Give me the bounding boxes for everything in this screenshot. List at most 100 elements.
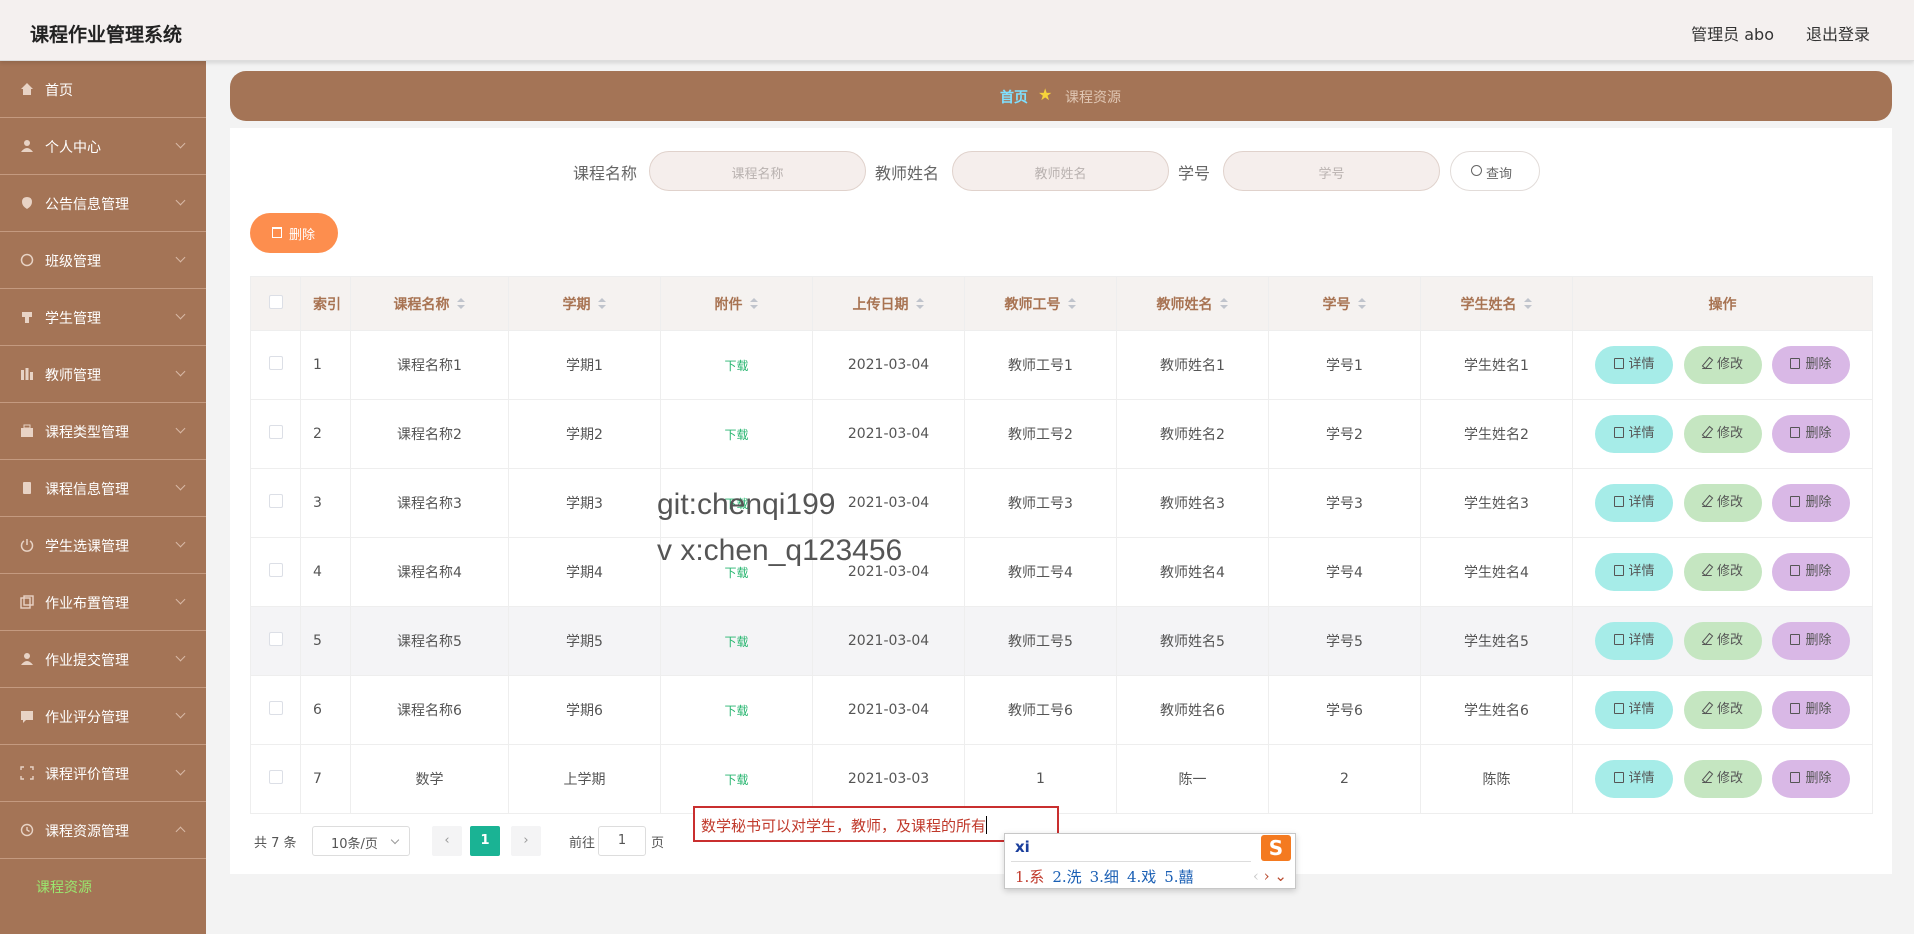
sort-icon[interactable] bbox=[456, 297, 466, 310]
detail-button[interactable]: 详情 bbox=[1595, 691, 1674, 729]
sidebar-item-profile[interactable]: 个人中心 bbox=[0, 118, 206, 175]
sidebar-item-course-type[interactable]: 课程类型管理 bbox=[0, 403, 206, 460]
row-checkbox[interactable] bbox=[268, 632, 283, 646]
download-link[interactable]: 下载 bbox=[724, 359, 748, 373]
sidebar-item-review[interactable]: 课程评价管理 bbox=[0, 745, 206, 802]
ime-candidate[interactable]: 2.洗 bbox=[1052, 868, 1081, 886]
delete-button[interactable]: 删除 bbox=[1771, 484, 1850, 522]
delete-button[interactable]: 删除 bbox=[1771, 553, 1850, 591]
ime-prev-icon[interactable]: ‹ bbox=[1253, 867, 1259, 885]
sidebar-item-notice[interactable]: 公告信息管理 bbox=[0, 175, 206, 232]
download-link[interactable]: 下载 bbox=[724, 773, 748, 787]
row-checkbox[interactable] bbox=[268, 701, 283, 715]
chevron-down-icon bbox=[175, 537, 186, 548]
delete-button[interactable]: 删除 bbox=[1771, 346, 1850, 384]
ime-candidate[interactable]: 1.系 bbox=[1015, 868, 1044, 886]
edit-button[interactable]: 修改 bbox=[1683, 691, 1762, 729]
edit-button[interactable]: 修改 bbox=[1683, 484, 1762, 522]
sidebar-item-label: 课程评价管理 bbox=[45, 767, 129, 783]
page-size-select[interactable]: 10条/页 bbox=[312, 826, 410, 856]
col-teacher-name[interactable]: 教师姓名 bbox=[1116, 276, 1269, 331]
detail-button[interactable]: 详情 bbox=[1595, 415, 1674, 453]
ime-candidate[interactable]: 5.囍 bbox=[1164, 868, 1193, 886]
detail-button[interactable]: 详情 bbox=[1595, 760, 1674, 798]
delete-button[interactable]: 删除 bbox=[1771, 760, 1850, 798]
chevron-up-icon bbox=[175, 826, 186, 837]
col-student-name[interactable]: 学生姓名 bbox=[1420, 276, 1573, 331]
sidebar-item-home[interactable]: 首页 bbox=[0, 61, 206, 118]
edit-button[interactable]: 修改 bbox=[1683, 415, 1762, 453]
sidebar-item-course-info[interactable]: 课程信息管理 bbox=[0, 460, 206, 517]
sidebar-item-resources[interactable]: 课程资源管理 bbox=[0, 802, 206, 859]
page-1-button[interactable]: 1 bbox=[470, 826, 500, 856]
edit-button[interactable]: 修改 bbox=[1683, 622, 1762, 660]
teacher-name-input[interactable]: 教师姓名 bbox=[952, 151, 1169, 191]
bulk-delete-button[interactable]: 删除 bbox=[250, 213, 338, 253]
cell-term: 学期2 bbox=[508, 399, 661, 469]
sidebar-item-grading[interactable]: 作业评分管理 bbox=[0, 688, 206, 745]
detail-label: 详情 bbox=[1628, 771, 1655, 786]
col-term[interactable]: 学期 bbox=[508, 276, 661, 331]
row-select-cell bbox=[250, 675, 301, 745]
row-checkbox[interactable] bbox=[268, 356, 283, 370]
sort-icon[interactable] bbox=[1523, 297, 1533, 310]
sort-icon[interactable] bbox=[1357, 297, 1367, 310]
row-select-cell bbox=[250, 606, 301, 676]
sidebar-subitem-course-resources[interactable]: 课程资源 bbox=[0, 859, 206, 917]
sort-icon[interactable] bbox=[597, 297, 607, 310]
ime-candidate-window: xi S 1.系 2.洗 3.细 4.戏 5.囍 ‹ › ⌄ bbox=[1004, 833, 1296, 889]
sidebar-item-student[interactable]: 学生管理 bbox=[0, 289, 206, 346]
col-course-name[interactable]: 课程名称 bbox=[350, 276, 509, 331]
ime-more-icon[interactable]: ⌄ bbox=[1274, 867, 1287, 885]
download-link[interactable]: 下载 bbox=[724, 704, 748, 718]
col-teacher-id[interactable]: 教师工号 bbox=[964, 276, 1117, 331]
detail-button[interactable]: 详情 bbox=[1595, 346, 1674, 384]
row-checkbox[interactable] bbox=[268, 770, 283, 784]
sidebar-item-submission[interactable]: 作业提交管理 bbox=[0, 631, 206, 688]
ime-candidate[interactable]: 3.细 bbox=[1090, 868, 1119, 886]
sidebar-item-assignment[interactable]: 作业布置管理 bbox=[0, 574, 206, 631]
sort-icon[interactable] bbox=[915, 297, 925, 310]
sidebar-item-teacher[interactable]: 教师管理 bbox=[0, 346, 206, 403]
delete-button[interactable]: 删除 bbox=[1771, 415, 1850, 453]
search-button[interactable]: 查询 bbox=[1450, 151, 1540, 191]
ime-candidate[interactable]: 4.戏 bbox=[1127, 868, 1156, 886]
download-link[interactable]: 下载 bbox=[724, 428, 748, 442]
course-name-input[interactable]: 课程名称 bbox=[649, 151, 866, 191]
delete-button[interactable]: 删除 bbox=[1771, 691, 1850, 729]
detail-button[interactable]: 详情 bbox=[1595, 484, 1674, 522]
chevron-down-icon bbox=[175, 708, 186, 719]
cell-index: 3 bbox=[300, 468, 351, 538]
prev-page-button[interactable]: ‹ bbox=[432, 826, 462, 856]
select-all-checkbox[interactable] bbox=[268, 294, 283, 309]
ime-next-icon[interactable]: › bbox=[1264, 867, 1270, 885]
sort-icon[interactable] bbox=[749, 297, 759, 310]
sidebar-item-class[interactable]: 班级管理 bbox=[0, 232, 206, 289]
detail-button[interactable]: 详情 bbox=[1595, 622, 1674, 660]
cell-course-name: 课程名称5 bbox=[350, 606, 509, 676]
sidebar-item-course-select[interactable]: 学生选课管理 bbox=[0, 517, 206, 574]
goto-page-input[interactable]: 1 bbox=[598, 826, 646, 856]
download-link[interactable]: 下载 bbox=[724, 635, 748, 649]
sort-icon[interactable] bbox=[1219, 297, 1229, 310]
col-student-id[interactable]: 学号 bbox=[1268, 276, 1421, 331]
col-attachment[interactable]: 附件 bbox=[660, 276, 813, 331]
sort-icon[interactable] bbox=[1067, 297, 1077, 310]
logout-link[interactable]: 退出登录 bbox=[1806, 21, 1870, 45]
row-checkbox[interactable] bbox=[268, 494, 283, 508]
cell-attachment: 下载 bbox=[660, 675, 813, 745]
edit-button[interactable]: 修改 bbox=[1683, 553, 1762, 591]
col-upload-date[interactable]: 上传日期 bbox=[812, 276, 965, 331]
detail-label: 详情 bbox=[1628, 702, 1655, 717]
edit-button[interactable]: 修改 bbox=[1683, 346, 1762, 384]
student-id-input[interactable]: 学号 bbox=[1223, 151, 1440, 191]
pencil-icon bbox=[1701, 496, 1712, 507]
delete-button[interactable]: 删除 bbox=[1771, 622, 1850, 660]
next-page-button[interactable]: › bbox=[511, 826, 541, 856]
cell-term: 学期4 bbox=[508, 537, 661, 607]
edit-button[interactable]: 修改 bbox=[1683, 760, 1762, 798]
detail-button[interactable]: 详情 bbox=[1595, 553, 1674, 591]
row-checkbox[interactable] bbox=[268, 425, 283, 439]
row-checkbox[interactable] bbox=[268, 563, 283, 577]
breadcrumb-home[interactable]: 首页 bbox=[1000, 87, 1028, 107]
